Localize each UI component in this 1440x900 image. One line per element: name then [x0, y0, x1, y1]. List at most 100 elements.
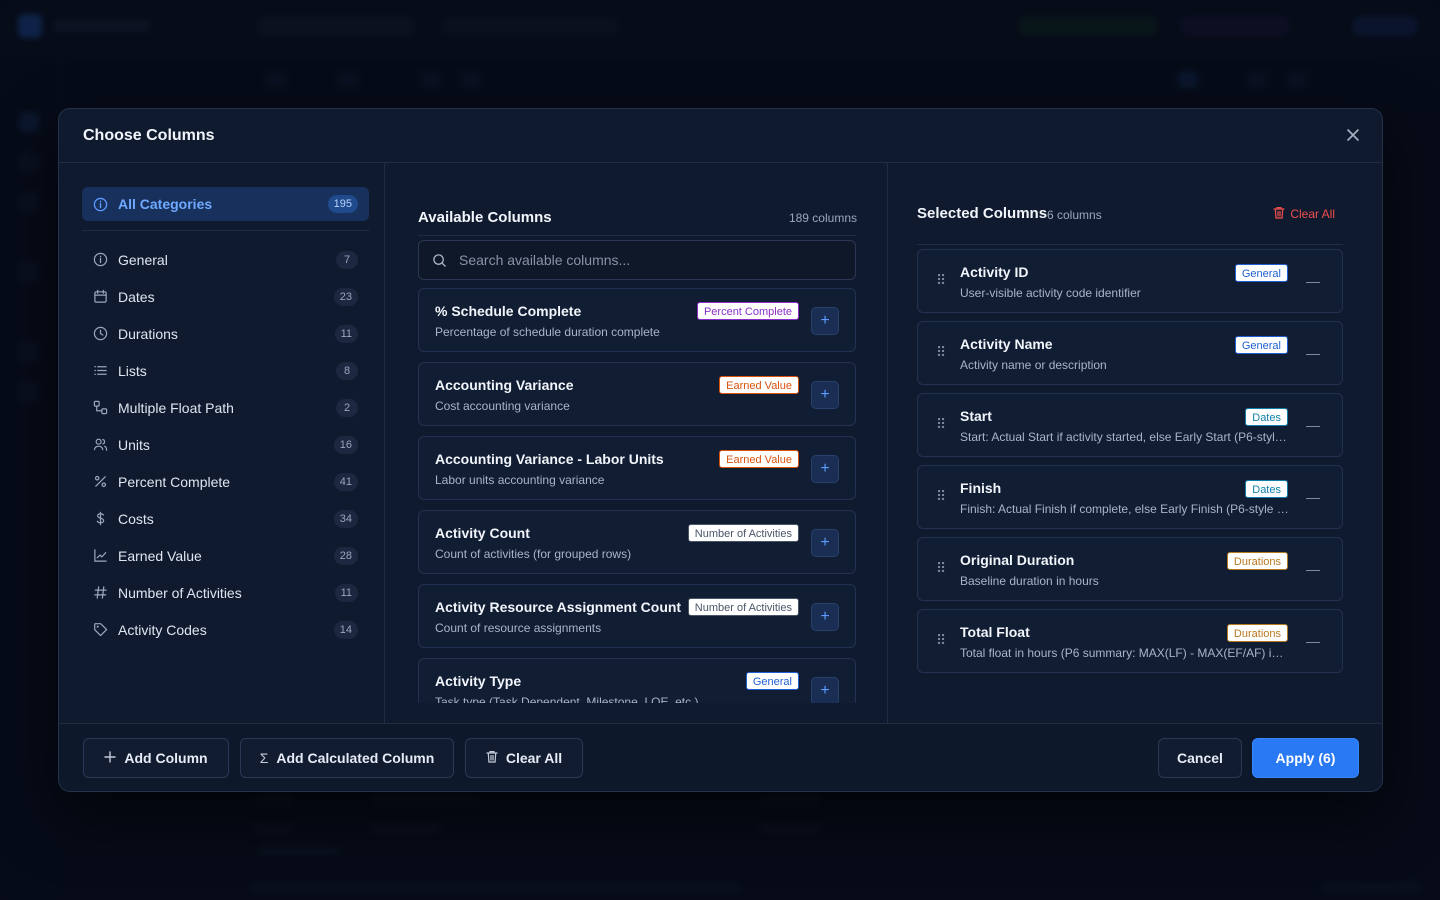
- column-description: Task type (Task Dependent, Milestone, LO…: [435, 695, 699, 703]
- add-column-button[interactable]: +: [811, 603, 839, 631]
- available-column-item[interactable]: % Schedule Complete Percentage of schedu…: [418, 288, 856, 352]
- category-durations[interactable]: Durations 11: [82, 315, 369, 352]
- drag-handle-icon[interactable]: ⠿: [936, 488, 946, 505]
- cancel-button[interactable]: Cancel: [1158, 738, 1242, 778]
- category-tag: Durations: [1226, 552, 1288, 570]
- category-tag: Earned Value: [719, 376, 799, 394]
- add-calculated-column-label: Add Calculated Column: [276, 750, 435, 766]
- category-dates[interactable]: Dates 23: [82, 278, 369, 315]
- search-input[interactable]: [459, 252, 855, 268]
- available-column-item[interactable]: Activity Type Task type (Task Dependent,…: [418, 658, 856, 703]
- users-icon: [82, 437, 118, 452]
- selected-columns-panel: Selected Columns 6 columns Clear All ⠿ A…: [889, 163, 1382, 723]
- divider: [418, 235, 856, 236]
- remove-column-button[interactable]: —: [1306, 274, 1320, 288]
- drag-handle-icon[interactable]: ⠿: [936, 416, 946, 433]
- category-costs[interactable]: Costs 34: [82, 500, 369, 537]
- column-description: Labor units accounting variance: [435, 473, 605, 487]
- add-column-button[interactable]: +: [811, 677, 839, 703]
- available-columns-panel: Available Columns 189 columns % Schedule…: [386, 163, 888, 723]
- category-lists[interactable]: Lists 8: [82, 352, 369, 389]
- add-calculated-column-button[interactable]: Σ Add Calculated Column: [240, 738, 454, 778]
- category-count: 23: [333, 287, 358, 306]
- category-units[interactable]: Units 16: [82, 426, 369, 463]
- available-column-item[interactable]: Accounting Variance - Labor Units Labor …: [418, 436, 856, 500]
- clear-all-label: Clear All: [505, 750, 563, 766]
- column-name: Activity Name: [960, 336, 1053, 352]
- clear-all-link[interactable]: Clear All: [1273, 206, 1335, 222]
- selected-columns-title: Selected Columns: [917, 205, 1048, 222]
- apply-button[interactable]: Apply (6): [1252, 738, 1359, 778]
- close-icon[interactable]: [1342, 125, 1364, 147]
- dialog-title: Choose Columns: [83, 127, 215, 144]
- category-label: Dates: [118, 288, 155, 305]
- drag-handle-icon[interactable]: ⠿: [936, 272, 946, 289]
- category-general[interactable]: General 7: [82, 241, 369, 278]
- clear-all-label: Clear All: [1290, 207, 1335, 221]
- available-column-item[interactable]: Activity Count Count of activities (for …: [418, 510, 856, 574]
- category-multiple-float-path[interactable]: Multiple Float Path 2: [82, 389, 369, 426]
- column-description: Count of resource assignments: [435, 621, 602, 635]
- plus-icon: [104, 750, 117, 766]
- drag-handle-icon[interactable]: ⠿: [936, 344, 946, 361]
- column-description: Percentage of schedule duration complete: [435, 325, 660, 339]
- category-tag: Number of Activities: [687, 524, 799, 542]
- column-description: Finish: Actual Finish if complete, else …: [960, 502, 1290, 516]
- category-label: Percent Complete: [118, 473, 231, 490]
- category-count: 16: [333, 435, 358, 454]
- remove-column-button[interactable]: —: [1306, 634, 1320, 648]
- selected-column-item[interactable]: ⠿ Original Duration Baseline duration in…: [917, 537, 1343, 601]
- drag-handle-icon[interactable]: ⠿: [936, 560, 946, 577]
- category-percent-complete[interactable]: Percent Complete 41: [82, 463, 369, 500]
- remove-column-button[interactable]: —: [1306, 418, 1320, 432]
- list-icon: [82, 363, 118, 378]
- category-tag: Durations: [1226, 624, 1288, 642]
- category-tag: General: [1234, 264, 1288, 282]
- selected-column-item[interactable]: ⠿ Activity ID User-visible activity code…: [917, 249, 1343, 313]
- dialog-footer: Add Column Σ Add Calculated Column Clear…: [59, 723, 1382, 791]
- column-name: Activity Count: [435, 525, 530, 541]
- clear-all-button[interactable]: Clear All: [465, 738, 583, 778]
- category-all[interactable]: All Categories 195: [82, 187, 369, 221]
- category-count: 7: [336, 250, 358, 269]
- add-column-button[interactable]: +: [811, 455, 839, 483]
- divider: [82, 230, 369, 231]
- selected-column-item[interactable]: ⠿ Finish Finish: Actual Finish if comple…: [917, 465, 1343, 529]
- add-column-button[interactable]: +: [811, 529, 839, 557]
- selected-column-item[interactable]: ⠿ Activity Name Activity name or descrip…: [917, 321, 1343, 385]
- remove-column-button[interactable]: —: [1306, 490, 1320, 504]
- category-list: General 7 Dates 23 Durations 11 Lists 8 …: [82, 241, 369, 648]
- column-description: Total float in hours (P6 summary: MAX(LF…: [960, 646, 1290, 660]
- dialog-header: Choose Columns: [59, 109, 1382, 163]
- available-column-item[interactable]: Accounting Variance Cost accounting vari…: [418, 362, 856, 426]
- selected-column-item[interactable]: ⠿ Start Start: Actual Start if activity …: [917, 393, 1343, 457]
- column-name: % Schedule Complete: [435, 303, 582, 319]
- category-activity-codes[interactable]: Activity Codes 14: [82, 611, 369, 648]
- selected-column-item[interactable]: ⠿ Total Float Total float in hours (P6 s…: [917, 609, 1343, 673]
- category-number-of-activities[interactable]: Number of Activities 11: [82, 574, 369, 611]
- category-count: 34: [333, 509, 358, 528]
- category-tag: Dates: [1245, 480, 1288, 498]
- category-count: 41: [333, 472, 358, 491]
- category-count: 2: [336, 398, 358, 417]
- column-description: User-visible activity code identifier: [960, 286, 1141, 300]
- category-tag: Number of Activities: [687, 598, 799, 616]
- category-label: Earned Value: [118, 547, 202, 564]
- column-description: Baseline duration in hours: [960, 574, 1099, 588]
- sigma-icon: Σ: [259, 750, 269, 766]
- available-column-item[interactable]: Activity Resource Assignment Count Count…: [418, 584, 856, 648]
- column-name: Original Duration: [960, 552, 1075, 568]
- category-tag: General: [1234, 336, 1288, 354]
- add-column-button[interactable]: Add Column: [83, 738, 229, 778]
- remove-column-button[interactable]: —: [1306, 562, 1320, 576]
- search-field[interactable]: [418, 240, 856, 280]
- category-label: Lists: [118, 362, 147, 379]
- search-icon: [419, 253, 459, 268]
- drag-handle-icon[interactable]: ⠿: [936, 632, 946, 649]
- add-column-button[interactable]: +: [811, 307, 839, 335]
- category-earned-value[interactable]: Earned Value 28: [82, 537, 369, 574]
- category-label: Activity Codes: [118, 621, 207, 638]
- add-column-button[interactable]: +: [811, 381, 839, 409]
- remove-column-button[interactable]: —: [1306, 346, 1320, 360]
- tag-icon: [82, 622, 118, 637]
